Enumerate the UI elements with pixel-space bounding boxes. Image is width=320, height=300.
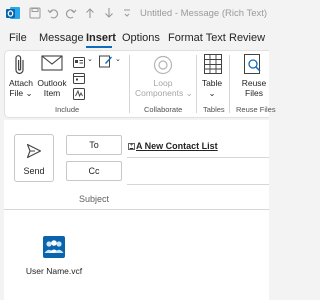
paperclip-icon [13,54,27,81]
reuse-label-1: Reuse [241,78,267,88]
business-card-dropdown-icon[interactable]: ⌄ [87,55,93,63]
to-field-underline [127,157,269,158]
ribbon-tabs: File Message Insert Options Format Text … [0,27,269,49]
send-button[interactable]: Send [14,134,54,182]
tab-insert[interactable]: Insert [86,32,116,44]
send-icon [26,143,42,164]
table-button[interactable]: Table ⌄ [199,78,225,98]
group-label-include: Include [55,105,80,114]
attach-file-label-2-row: File ⌄ [7,88,35,98]
window-title: Untitled - Message (Rich Text) [140,8,268,19]
subject-label: Subject [79,194,110,204]
send-label: Send [23,166,45,176]
group-separator [129,55,130,113]
outlook-item-button[interactable]: Outlook Item [35,78,69,98]
vcf-attachment[interactable]: User Name.vcf [24,236,84,276]
signature-edit-icon[interactable] [99,54,113,73]
ribbon: Attach File ⌄ Outlook Item ⌄ ⌄ Include L… [4,50,276,118]
recipient-name: A New Contact List [136,141,218,151]
group-label-collaborate: Collaborate [144,105,183,114]
outlook-item-label-2: Item [43,88,61,98]
outlook-logo-icon [5,5,21,21]
tab-options[interactable]: Options [122,32,160,44]
subject-field-underline [4,209,269,210]
loop-label-2-row: Components ⌄ [135,88,193,98]
compose-area: Send To + A New Contact List Cc Subject … [4,120,269,300]
envelope-icon [41,54,63,77]
tab-message[interactable]: Message [39,32,84,44]
signature-icon[interactable] [73,87,85,105]
outlook-item-label-1: Outlook [37,78,67,88]
reuse-label-2: Files [245,88,263,98]
customize-icon[interactable] [119,5,135,21]
title-bar: Untitled - Message (Rich Text) [0,0,269,27]
cc-input[interactable] [127,162,269,182]
cc-button[interactable]: Cc [66,161,122,181]
attach-file-label-2: File [9,88,24,98]
tab-format-text[interactable]: Format Text [168,32,226,44]
to-button[interactable]: To [66,135,122,155]
chevron-down-icon: ⌄ [185,88,193,98]
loop-icon [153,55,173,80]
redo-icon[interactable] [63,5,79,21]
tab-review[interactable]: Review [229,32,265,44]
table-icon [204,54,222,79]
arrow-down-icon[interactable] [101,5,117,21]
chevron-down-icon: ⌄ [25,88,33,98]
loop-label-1: Loop [153,78,173,88]
undo-icon[interactable] [45,5,61,21]
table-label: Table [201,78,223,88]
active-tab-indicator [86,46,112,48]
arrow-up-icon[interactable] [82,5,98,21]
reuse-files-icon [244,54,262,79]
group-separator [229,55,230,113]
subject-input[interactable] [127,188,269,208]
signature-dropdown-icon[interactable]: ⌄ [115,55,121,63]
save-icon[interactable] [27,5,43,21]
chevron-down-icon: ⌄ [208,88,216,98]
attach-file-label-1: Attach [8,78,34,88]
cc-field-underline [127,184,269,185]
reuse-files-button[interactable]: Reuse Files [239,78,269,98]
loop-label-2: Components [135,88,184,98]
loop-components-button[interactable]: Loop Components ⌄ [135,78,193,98]
contact-card-icon [43,236,65,263]
attach-file-button[interactable]: Attach File ⌄ [7,78,35,98]
group-label-reuse-files: Reuse Files [236,105,276,114]
group-separator [196,55,197,113]
tab-file[interactable]: File [9,32,27,44]
to-recipient[interactable]: + A New Contact List [128,141,218,151]
expand-icon[interactable]: + [128,142,135,150]
group-label-tables: Tables [203,105,225,114]
attachment-name: User Name.vcf [25,266,83,276]
